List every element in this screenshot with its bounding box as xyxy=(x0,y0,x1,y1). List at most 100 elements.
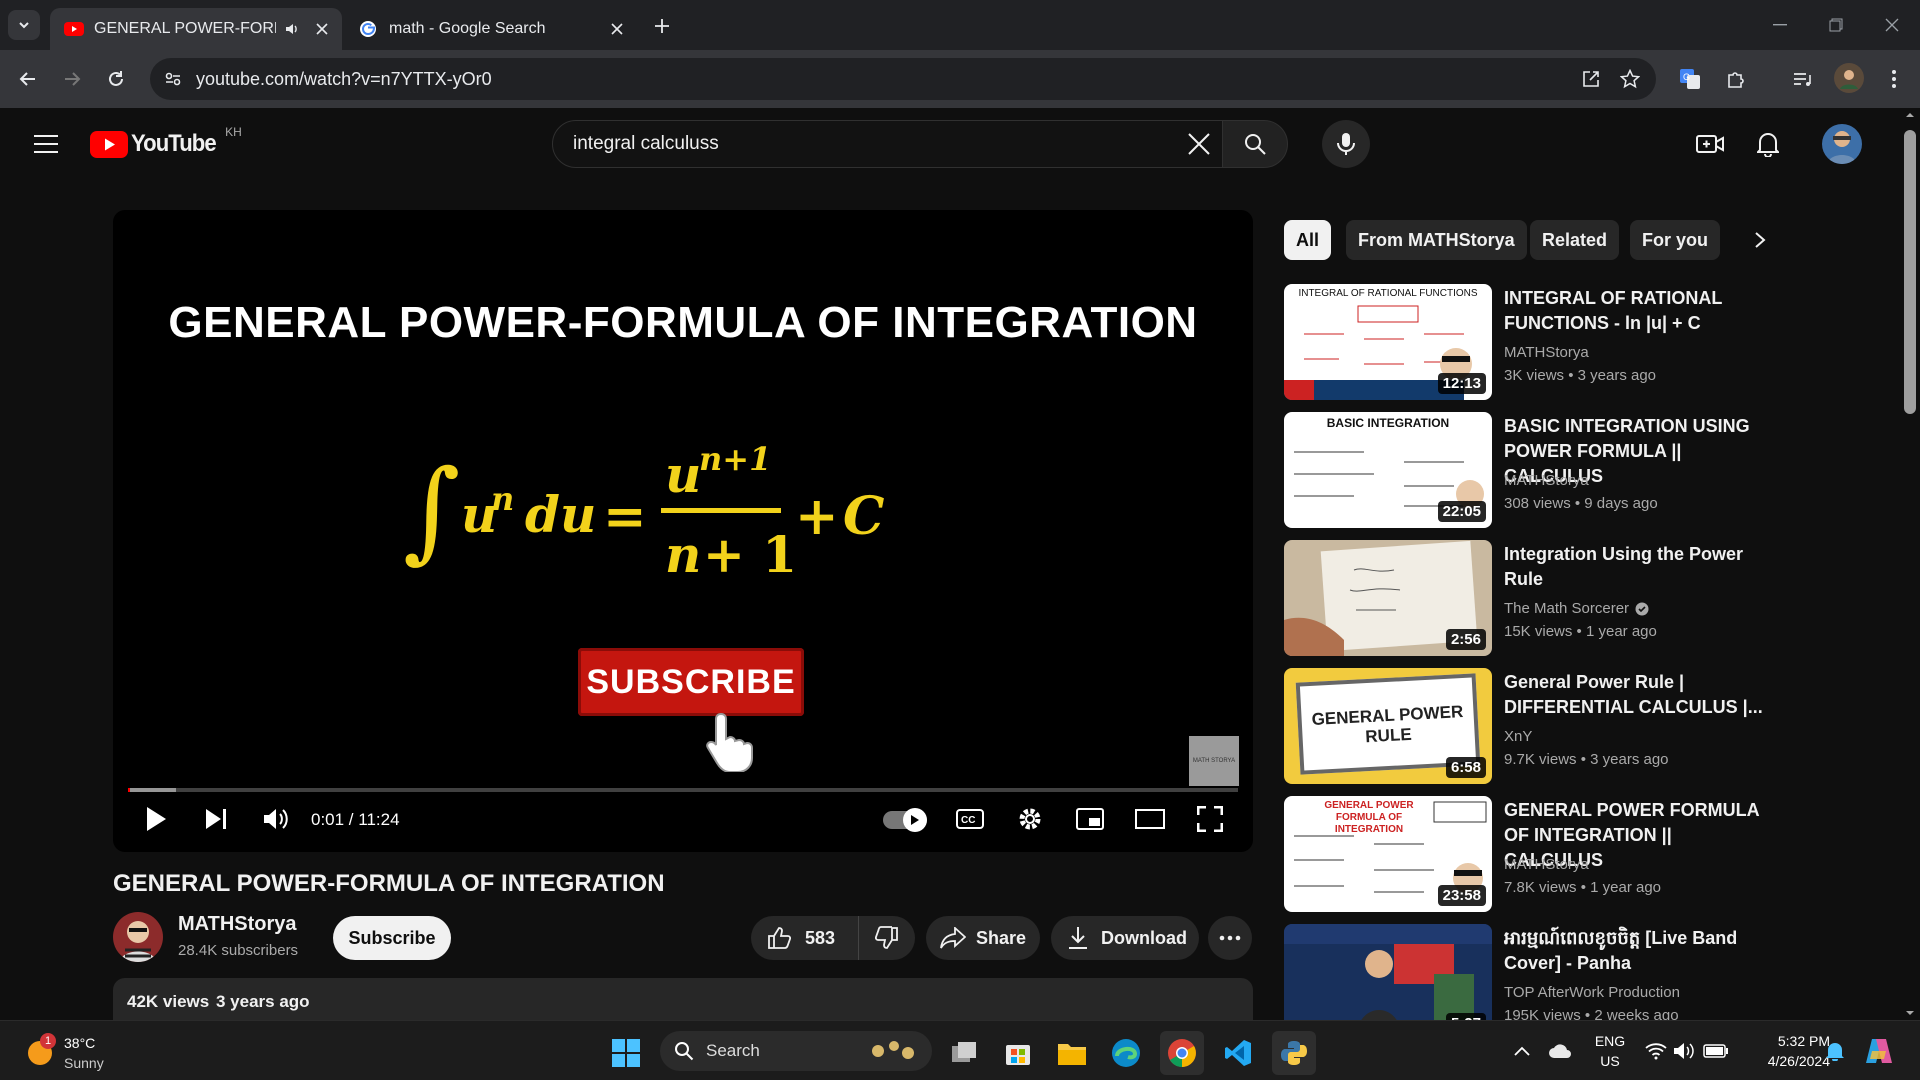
scrollbar-thumb[interactable] xyxy=(1904,130,1916,414)
system-clock[interactable]: 5:32 PM 4/26/2024 xyxy=(1744,1031,1830,1071)
tab-audio-icon[interactable] xyxy=(284,21,300,37)
start-button[interactable] xyxy=(604,1031,648,1075)
youtube-logo[interactable]: YouTube KH xyxy=(90,125,242,158)
more-actions-button[interactable] xyxy=(1208,916,1252,960)
tab-search-dropdown-button[interactable] xyxy=(8,10,40,40)
play-button[interactable] xyxy=(135,798,177,840)
recommendation-channel[interactable]: XnY xyxy=(1504,728,1532,745)
back-button[interactable] xyxy=(12,63,44,95)
recommendation-item[interactable]: GENERAL POWER RULE 6:58 General Power Ru… xyxy=(1284,668,1764,786)
recommendation-channel[interactable]: The Math Sorcerer xyxy=(1504,600,1649,617)
chips-next-button[interactable] xyxy=(1740,220,1780,260)
miniplayer-button[interactable] xyxy=(1069,798,1111,840)
download-button[interactable]: Download xyxy=(1051,916,1199,960)
bookmark-star-icon[interactable] xyxy=(1620,69,1640,89)
like-button[interactable]: 583 xyxy=(751,916,859,960)
profile-avatar-icon[interactable] xyxy=(1834,63,1864,93)
tab-close-icon[interactable] xyxy=(316,23,328,35)
search-button[interactable] xyxy=(1222,120,1288,168)
chrome-browser-button[interactable] xyxy=(1160,1031,1204,1075)
weather-widget[interactable]: 1 38°C Sunny xyxy=(24,1031,144,1075)
task-view-button[interactable] xyxy=(942,1031,986,1075)
media-control-icon[interactable] xyxy=(1788,65,1816,93)
channel-name[interactable]: MATHStorya xyxy=(178,913,297,936)
channel-watermark[interactable]: MATH STORYA xyxy=(1189,736,1239,786)
onedrive-icon[interactable] xyxy=(1546,1039,1574,1063)
next-video-button[interactable] xyxy=(195,798,237,840)
clear-search-icon[interactable] xyxy=(1187,132,1211,156)
recommendation-channel[interactable]: MATHStorya xyxy=(1504,344,1589,361)
video-thumbnail[interactable]: BASIC INTEGRATION 22:05 xyxy=(1284,412,1492,528)
speaker-icon[interactable] xyxy=(1672,1039,1696,1063)
autoplay-toggle[interactable] xyxy=(883,808,927,832)
google-translate-icon[interactable]: G xyxy=(1676,65,1704,93)
recommendation-title[interactable]: Integration Using the Power Rule xyxy=(1504,542,1764,592)
theater-mode-button[interactable] xyxy=(1129,798,1171,840)
settings-button[interactable] xyxy=(1009,798,1051,840)
hamburger-menu-icon[interactable] xyxy=(26,124,66,164)
show-hidden-icons-button[interactable] xyxy=(1510,1039,1534,1063)
progress-bar[interactable] xyxy=(128,788,1238,792)
page-scrollbar[interactable] xyxy=(1900,108,1920,1020)
microsoft-store-button[interactable] xyxy=(996,1031,1040,1075)
close-window-button[interactable] xyxy=(1864,0,1920,50)
minimize-button[interactable] xyxy=(1752,0,1808,50)
chip-all[interactable]: All xyxy=(1284,220,1332,260)
chip-for-you[interactable]: For you xyxy=(1630,220,1720,260)
vscode-button[interactable] xyxy=(1216,1031,1260,1075)
channel-avatar[interactable] xyxy=(113,912,163,962)
dislike-button[interactable] xyxy=(859,916,915,960)
recommendation-channel[interactable]: MATHStorya xyxy=(1504,472,1589,489)
address-bar[interactable]: youtube.com/watch?v=n7YTTX-yOr0 xyxy=(150,58,1656,100)
restore-button[interactable] xyxy=(1808,0,1864,50)
python-app-button[interactable] xyxy=(1272,1031,1316,1075)
chip-from-channel[interactable]: From MATHStorya xyxy=(1346,220,1527,260)
voice-search-button[interactable] xyxy=(1322,120,1370,168)
recommendation-item[interactable]: 2:56 Integration Using the Power Rule Th… xyxy=(1284,540,1764,658)
new-tab-button[interactable] xyxy=(648,12,676,40)
recommendation-title[interactable]: INTEGRAL OF RATIONAL FUNCTIONS - ln |u| … xyxy=(1504,286,1764,336)
captions-button[interactable]: CC xyxy=(949,798,991,840)
open-in-app-icon[interactable] xyxy=(1582,70,1600,88)
video-thumbnail[interactable]: GENERAL POWER FORMULA OF INTEGRATION 23:… xyxy=(1284,796,1492,912)
chip-related[interactable]: Related xyxy=(1530,220,1620,260)
extensions-puzzle-icon[interactable] xyxy=(1722,65,1750,93)
search-input[interactable]: integral calculuss xyxy=(573,133,1187,155)
recommendation-item[interactable]: INTEGRAL OF RATIONAL FUNCTIONS 12:13 INT… xyxy=(1284,284,1764,402)
tab-google-search[interactable]: math - Google Search xyxy=(345,8,637,50)
copilot-icon[interactable] xyxy=(1862,1035,1896,1067)
recommendation-channel[interactable]: MATHStorya xyxy=(1504,856,1589,873)
video-thumbnail[interactable]: GENERAL POWER RULE 6:58 xyxy=(1284,668,1492,784)
recommendation-item[interactable]: GENERAL POWER FORMULA OF INTEGRATION 23:… xyxy=(1284,796,1764,914)
taskbar-search-box[interactable]: Search xyxy=(660,1031,932,1071)
recommendation-title[interactable]: General Power Rule | DIFFERENTIAL CALCUL… xyxy=(1504,670,1764,720)
search-box[interactable]: integral calculuss xyxy=(552,120,1224,168)
forward-button[interactable] xyxy=(56,63,88,95)
subscribe-button[interactable]: Subscribe xyxy=(333,916,451,960)
recommendation-title[interactable]: អារម្មណ៍ពេលខូចចិត្ត [Live Band Cover] - … xyxy=(1504,926,1764,976)
video-thumbnail[interactable]: INTEGRAL OF RATIONAL FUNCTIONS 12:13 xyxy=(1284,284,1492,400)
file-explorer-button[interactable] xyxy=(1050,1031,1094,1075)
site-info-icon[interactable] xyxy=(164,70,182,88)
fullscreen-button[interactable] xyxy=(1189,798,1231,840)
edge-browser-button[interactable] xyxy=(1104,1031,1148,1075)
notifications-button[interactable] xyxy=(1748,124,1788,164)
recommendation-item[interactable]: BASIC INTEGRATION 22:05 BASIC INTEGRATIO… xyxy=(1284,412,1764,530)
browser-menu-icon[interactable] xyxy=(1880,65,1908,93)
language-indicator[interactable]: ENG US xyxy=(1590,1031,1630,1071)
notification-bell-icon[interactable] xyxy=(1822,1039,1848,1063)
wifi-icon[interactable] xyxy=(1644,1039,1668,1063)
recommendation-channel[interactable]: TOP AfterWork Production xyxy=(1504,984,1680,1001)
tab-youtube-video[interactable]: GENERAL POWER-FORMULA OF INTEGRATION xyxy=(50,8,342,50)
reload-button[interactable] xyxy=(100,63,132,95)
create-video-button[interactable] xyxy=(1690,124,1730,164)
tab-close-icon[interactable] xyxy=(611,23,623,35)
account-avatar[interactable] xyxy=(1822,124,1862,164)
battery-icon[interactable] xyxy=(1702,1039,1730,1063)
video-thumbnail[interactable]: 2:56 xyxy=(1284,540,1492,656)
volume-button[interactable] xyxy=(255,798,297,840)
url-text[interactable]: youtube.com/watch?v=n7YTTX-yOr0 xyxy=(196,69,492,90)
video-duration: 6:58 xyxy=(1445,757,1486,778)
share-button[interactable]: Share xyxy=(926,916,1040,960)
video-player[interactable]: GENERAL POWER-FORMULA OF INTEGRATION ∫ u… xyxy=(113,210,1253,852)
